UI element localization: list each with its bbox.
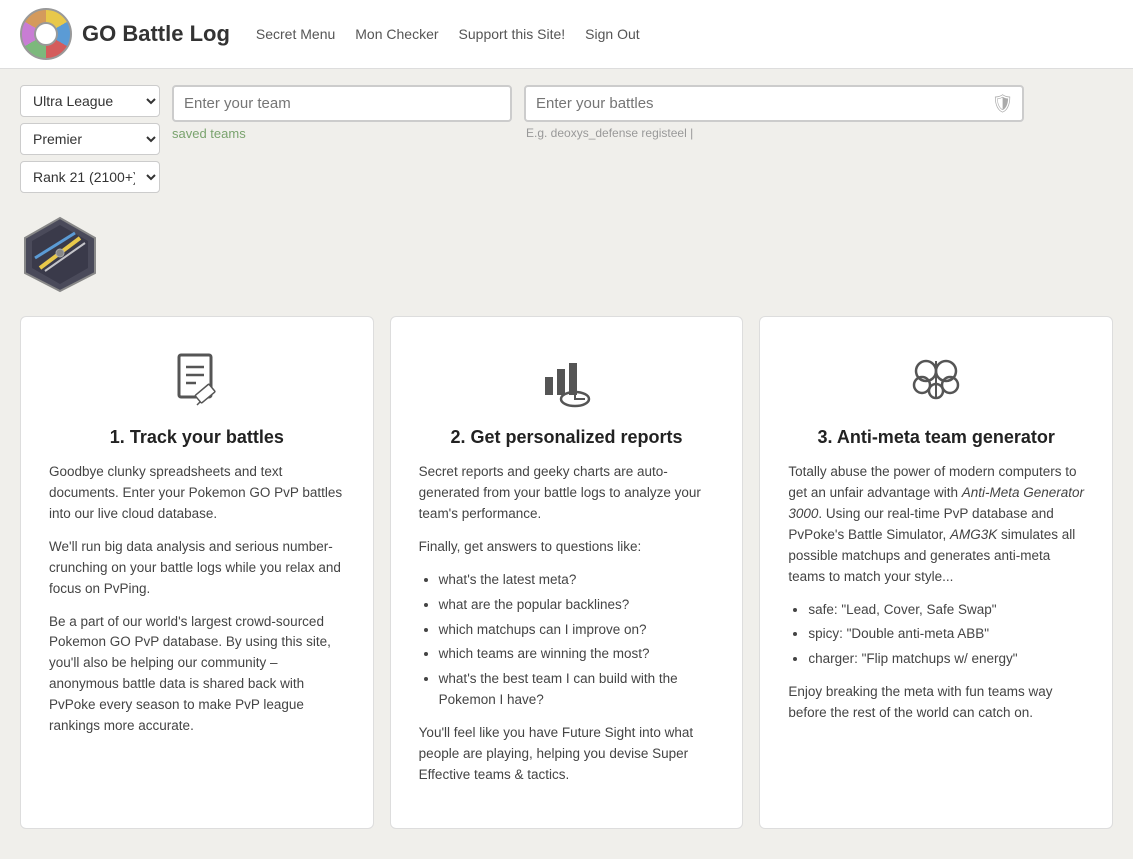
league-select[interactable]: Ultra League Great League Master League — [20, 85, 160, 117]
card-track: 1. Track your battles Goodbye clunky spr… — [20, 316, 374, 829]
nav-mon-checker[interactable]: Mon Checker — [355, 26, 438, 42]
main-nav: Secret Menu Mon Checker Support this Sit… — [256, 26, 640, 42]
saved-teams-link[interactable]: saved teams — [172, 126, 512, 141]
badge-area — [0, 203, 1133, 316]
battles-input-area: 🛡 E.g. deoxys_defense registeel | — [524, 85, 1024, 140]
card-reports-icon — [419, 347, 715, 411]
app-title: GO Battle Log — [82, 21, 230, 47]
league-controls: Ultra League Great League Master League … — [20, 85, 160, 193]
team-input[interactable] — [172, 85, 512, 122]
team-input-area: saved teams — [172, 85, 512, 141]
card-track-icon — [49, 347, 345, 411]
rank-select[interactable]: Rank 21 (2100+) Rank 20 (2000+) Rank 24 … — [20, 161, 160, 193]
saved-teams-label: saved teams — [172, 126, 246, 141]
cards-section: 1. Track your battles Goodbye clunky spr… — [0, 316, 1133, 859]
nav-support[interactable]: Support this Site! — [459, 26, 566, 42]
antimeta-bullets: safe: "Lead, Cover, Safe Swap" spicy: "D… — [788, 600, 1084, 671]
league-badge — [20, 213, 100, 293]
card-antimeta: 3. Anti-meta team generator Totally abus… — [759, 316, 1113, 829]
logo — [20, 8, 72, 60]
tier-select[interactable]: Premier Open Remix — [20, 123, 160, 155]
controls-area: Ultra League Great League Master League … — [0, 69, 1133, 203]
nav-sign-out[interactable]: Sign Out — [585, 26, 639, 42]
battles-input[interactable] — [524, 85, 1024, 122]
card-reports-title: 2. Get personalized reports — [419, 427, 715, 448]
card-track-body: Goodbye clunky spreadsheets and text doc… — [49, 462, 345, 737]
shield-icon: 🛡 — [991, 93, 1014, 114]
card-reports-body: Secret reports and geeky charts are auto… — [419, 462, 715, 786]
logo-link[interactable]: GO Battle Log — [20, 8, 230, 60]
card-reports: 2. Get personalized reports Secret repor… — [390, 316, 744, 829]
card-antimeta-icon — [788, 347, 1084, 411]
nav-secret-menu[interactable]: Secret Menu — [256, 26, 335, 42]
battles-input-wrap: 🛡 — [524, 85, 1024, 122]
card-antimeta-body: Totally abuse the power of modern comput… — [788, 462, 1084, 724]
card-track-title: 1. Track your battles — [49, 427, 345, 448]
header: GO Battle Log Secret Menu Mon Checker Su… — [0, 0, 1133, 69]
reports-bullets: what's the latest meta? what are the pop… — [419, 570, 715, 712]
logo-inner — [34, 22, 58, 46]
card-antimeta-title: 3. Anti-meta team generator — [788, 427, 1084, 448]
battles-hint: E.g. deoxys_defense registeel | — [524, 126, 1024, 140]
